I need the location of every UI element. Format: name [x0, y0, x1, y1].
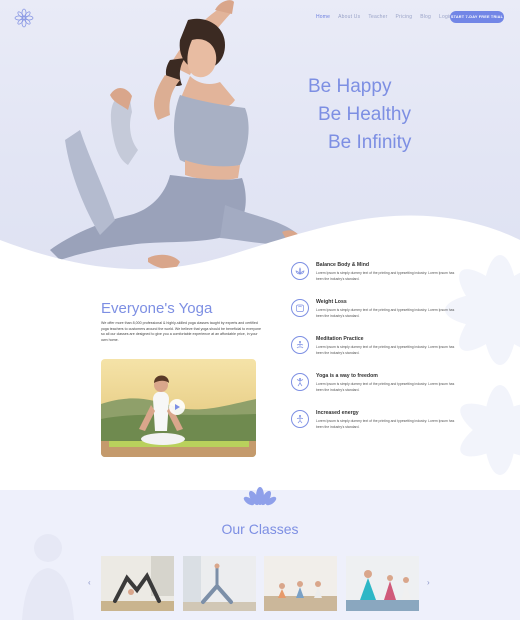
feature-text: Lorem Ipsum is simply dummy text of the …: [316, 308, 455, 318]
logo-mandala-icon[interactable]: [14, 8, 34, 28]
feature-text: Lorem Ipsum is simply dummy text of the …: [316, 345, 455, 355]
class-card[interactable]: [183, 556, 256, 611]
about-text: We offer more than 8,000 professional & …: [101, 321, 261, 342]
carousel-prev-button[interactable]: ‹: [88, 578, 91, 587]
hero-line-be-infinity: Be Infinity: [328, 132, 412, 153]
feature-title: Meditation Practice: [316, 336, 364, 342]
hero-line-be-happy: Be Happy: [308, 76, 392, 97]
nav-item-about-us[interactable]: About Us: [338, 14, 360, 20]
energy-icon: [291, 410, 309, 428]
feature-item: Meditation Practice Lorem Ipsum is simpl…: [291, 336, 471, 366]
class-card[interactable]: [264, 556, 337, 611]
free-trial-button[interactable]: START 7-DAY FREE TRIAL: [450, 11, 504, 23]
nav-item-pricing[interactable]: Pricing: [396, 14, 413, 20]
class-card[interactable]: [346, 556, 419, 611]
nav-item-home[interactable]: Home: [316, 14, 330, 20]
play-button[interactable]: [169, 399, 185, 415]
nav-item-teacher[interactable]: Teacher: [368, 14, 387, 20]
main-nav: Home About Us Teacher Pricing Blog Login: [316, 14, 452, 20]
feature-title: Yoga is a way to freedom: [316, 373, 378, 379]
feature-text: Lorem Ipsum is simply dummy text of the …: [316, 271, 455, 281]
class-image: [183, 556, 256, 611]
feature-item: Weight Loss Lorem Ipsum is simply dummy …: [291, 299, 471, 329]
feature-item: Increased energy Lorem Ipsum is simply d…: [291, 410, 471, 440]
feature-title: Weight Loss: [316, 299, 347, 305]
hero-line-be-healthy: Be Healthy: [318, 104, 411, 125]
meditation-icon: [291, 336, 309, 354]
feature-text: Lorem Ipsum is simply dummy text of the …: [316, 382, 455, 392]
page: Home About Us Teacher Pricing Blog Login…: [0, 0, 520, 620]
classes-title: Our Classes: [221, 521, 299, 537]
lotus-icon: [291, 262, 309, 280]
class-image: [101, 556, 174, 611]
class-image: [264, 556, 337, 611]
scale-icon: [291, 299, 309, 317]
feature-title: Balance Body & Mind: [316, 262, 370, 268]
nav-item-blog[interactable]: Blog: [420, 14, 431, 20]
feature-text: Lorem Ipsum is simply dummy text of the …: [316, 419, 455, 429]
yoga-pose-icon: [291, 373, 309, 391]
class-card[interactable]: [101, 556, 174, 611]
feature-item: Yoga is a way to freedom Lorem Ipsum is …: [291, 373, 471, 403]
feature-item: Balance Body & Mind Lorem Ipsum is simpl…: [291, 262, 471, 292]
class-image: [346, 556, 419, 611]
play-icon: [175, 404, 180, 410]
lotus-icon: [243, 487, 277, 506]
carousel-next-button[interactable]: ›: [427, 578, 430, 587]
feature-title: Increased energy: [316, 410, 359, 416]
about-title: Everyone's Yoga: [101, 300, 213, 317]
